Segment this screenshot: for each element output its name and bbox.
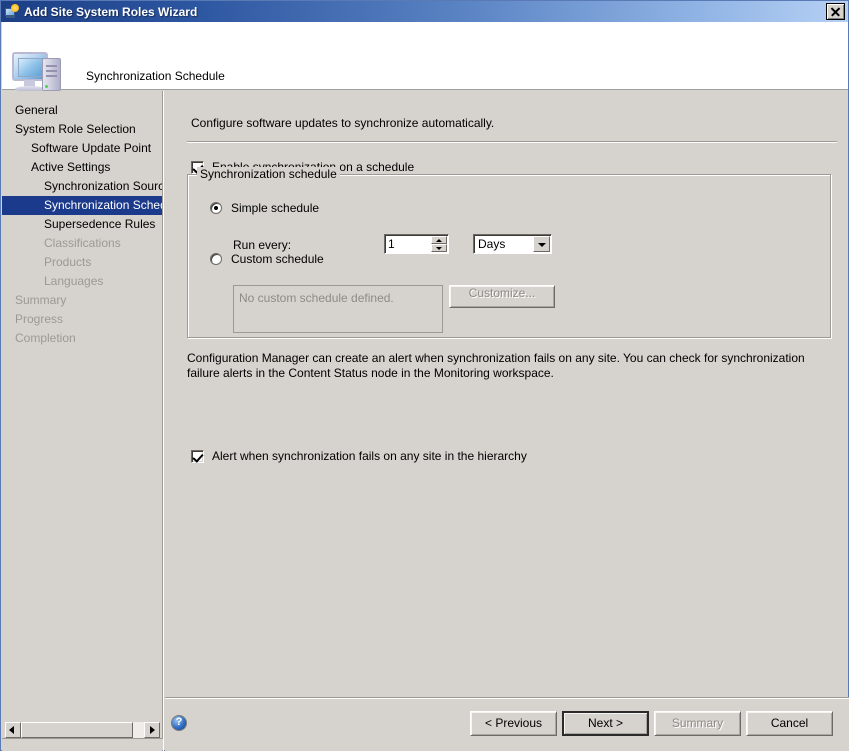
sidebar-item-synchronization-schedule[interactable]: Synchronization Schedule (2, 196, 162, 215)
window-title: Add Site System Roles Wizard (24, 4, 198, 19)
custom-schedule-radio[interactable] (210, 253, 222, 265)
chevron-down-icon[interactable] (533, 236, 550, 252)
synchronization-schedule-group: Synchronization schedule Simple schedule… (187, 167, 831, 338)
alert-checkbox-label: Alert when synchronization fails on any … (212, 449, 527, 463)
custom-schedule-placeholder: No custom schedule defined. (239, 291, 394, 305)
wizard-step-list: General System Role Selection Software U… (2, 101, 162, 348)
scrollbar-track[interactable] (21, 722, 144, 738)
sidebar-item-synchronization-source[interactable]: Synchronization Source (2, 177, 162, 196)
sidebar-item-supersedence-rules[interactable]: Supersedence Rules (2, 215, 162, 234)
sidebar-item-system-role-selection[interactable]: System Role Selection (2, 120, 162, 139)
simple-schedule-radio-row[interactable]: Simple schedule (210, 201, 319, 215)
interval-spinner[interactable] (384, 234, 449, 254)
scroll-right-arrow-icon[interactable] (144, 722, 160, 738)
simple-schedule-radio[interactable] (210, 202, 222, 214)
sidebar-item-products: Products (44, 255, 92, 269)
sidebar-item-progress: Progress (15, 312, 64, 326)
summary-button: Summary (654, 711, 741, 736)
sidebar-item-completion: Completion (15, 331, 76, 345)
customize-button: Customize... (449, 285, 555, 308)
sidebar-item-classifications: Classifications (44, 236, 121, 250)
intro-text: Configure software updates to synchroniz… (191, 116, 495, 130)
previous-button[interactable]: < Previous (470, 711, 557, 736)
sidebar-horizontal-scrollbar[interactable] (5, 722, 160, 738)
intro-divider (187, 141, 837, 143)
wizard-content-panel: Configure software updates to synchroniz… (165, 91, 848, 696)
page-title: Synchronization Schedule (86, 69, 225, 83)
wizard-header: Synchronization Schedule (2, 22, 848, 92)
next-button[interactable]: Next > (562, 711, 649, 736)
sidebar-divider (162, 91, 164, 751)
sidebar-item-general[interactable]: General (2, 101, 162, 120)
alert-checkbox[interactable] (191, 449, 204, 463)
sidebar-item-languages: Languages (44, 274, 104, 288)
custom-schedule-display: No custom schedule defined. (233, 285, 443, 333)
cancel-button[interactable]: Cancel (746, 711, 833, 736)
sidebar-item-active-settings[interactable]: Active Settings (2, 158, 162, 177)
spinner-buttons[interactable] (431, 236, 447, 252)
application-icon (4, 3, 20, 20)
help-icon[interactable] (171, 715, 187, 731)
alert-description: Configuration Manager can create an aler… (187, 351, 805, 380)
interval-unit-combobox[interactable]: Days (473, 234, 552, 254)
close-icon[interactable] (826, 3, 845, 20)
sidebar-item-summary: Summary (15, 293, 67, 307)
wizard-sidebar: General System Role Selection Software U… (2, 91, 162, 751)
wizard-button-bar: < Previous Next > Summary Cancel (165, 699, 849, 751)
spinner-up-icon[interactable] (431, 236, 447, 244)
scrollbar-thumb[interactable] (21, 722, 133, 738)
spinner-down-icon[interactable] (431, 244, 447, 252)
interval-unit-value: Days (478, 237, 506, 251)
wizard-window: Add Site System Roles Wizard Synchroniza… (0, 0, 849, 751)
scroll-left-arrow-icon[interactable] (5, 722, 21, 738)
alert-checkbox-row[interactable]: Alert when synchronization fails on any … (191, 449, 527, 463)
sidebar-item-software-update-point[interactable]: Software Update Point (2, 139, 162, 158)
custom-schedule-radio-row[interactable]: Custom schedule (210, 252, 324, 266)
sidebar-bottom-strip (2, 738, 163, 750)
group-title: Synchronization schedule (197, 167, 340, 181)
interval-input[interactable] (388, 237, 432, 251)
run-every-label: Run every: (233, 238, 292, 252)
title-bar: Add Site System Roles Wizard (1, 1, 848, 22)
simple-schedule-label: Simple schedule (231, 201, 320, 215)
custom-schedule-label: Custom schedule (231, 252, 324, 266)
